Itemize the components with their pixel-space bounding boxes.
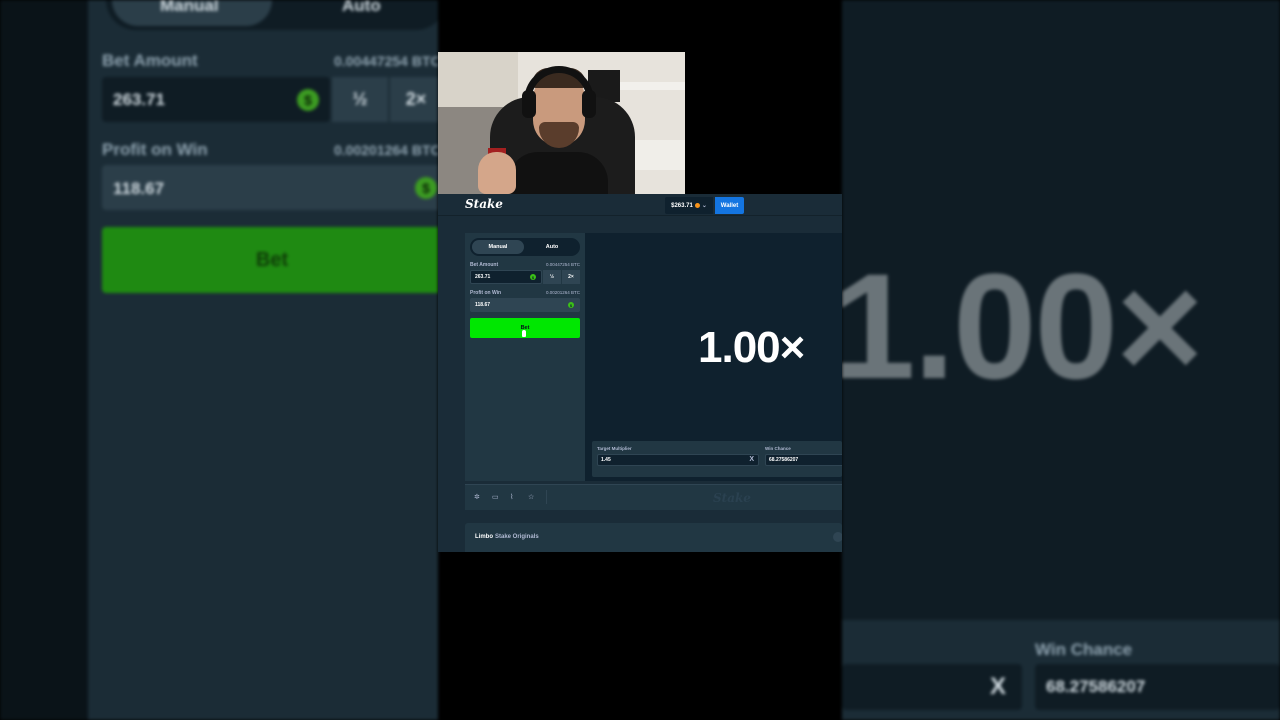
- balance-selector[interactable]: $263.71 ⌄: [665, 197, 713, 214]
- multiplier-display: 1.00×: [698, 323, 805, 372]
- win-chance-input[interactable]: 68.27586207: [765, 454, 842, 466]
- bg-double-button: 2×: [390, 77, 438, 122]
- stake-logo[interactable]: Stake: [465, 197, 503, 211]
- bg-tab-auto: Auto: [342, 0, 381, 15]
- stake-watermark: Stake: [713, 491, 751, 505]
- webcam-person-hand: [478, 152, 516, 194]
- bet-settings-panel: Target Multiplier 1.45 X Win Chance 68.2…: [592, 441, 842, 477]
- bg-tab-manual: Manual: [160, 0, 219, 15]
- expand-icon[interactable]: [833, 532, 842, 542]
- settings-icon[interactable]: ✲: [474, 493, 480, 501]
- currency-coin-icon: $: [530, 274, 536, 280]
- profit-value: 118.67: [475, 302, 491, 308]
- bg-profit-value: 118.67: [113, 179, 165, 198]
- bg-multiplier: 1.00×: [842, 242, 1204, 410]
- half-bet-button[interactable]: ½: [543, 270, 561, 284]
- background-blur-left: Manual Auto Bet Amount 0.00447254 BTC 26…: [0, 0, 438, 720]
- game-provider[interactable]: Stake Originals: [495, 534, 539, 540]
- profit-btc: 0.00201264 BTC: [545, 290, 580, 295]
- background-blur-right: 1.00× X Win Chance 68.27586207: [842, 0, 1280, 720]
- bg-coin-icon-2: $: [415, 177, 437, 199]
- target-multiplier-label: Target Multiplier: [597, 446, 632, 451]
- toolbar-divider: [546, 490, 547, 504]
- bg-bet-value: 263.71: [113, 90, 165, 109]
- profit-input: 118.67: [470, 298, 580, 312]
- screen-icon[interactable]: ▭: [492, 493, 499, 501]
- currency-coin-icon-2: $: [568, 302, 574, 308]
- bg-bet-amount-btc: 0.00447254 BTC: [334, 53, 438, 69]
- win-chance-value: 68.27586207: [769, 457, 799, 463]
- hand-cursor-icon: [522, 330, 526, 337]
- btc-icon: [694, 203, 700, 208]
- profit-label: Profit on Win: [470, 290, 502, 296]
- webcam-feed: [438, 52, 685, 194]
- win-chance-label: Win Chance: [765, 446, 791, 451]
- bg-bet-amount-label: Bet Amount: [102, 51, 198, 70]
- stats-icon[interactable]: ⌇: [510, 493, 513, 501]
- bg-profit-label: Profit on Win: [102, 140, 208, 159]
- game-footer-toolbar: ✲ ▭ ⌇ ☆ Stake: [465, 484, 842, 510]
- bet-sidebar: Manual Auto Bet Amount 0.00447254 BTC 26…: [465, 233, 585, 481]
- balance-amount: $263.71: [671, 202, 693, 209]
- tab-manual[interactable]: Manual: [472, 240, 524, 254]
- bet-amount-btc: 0.00447254 BTC: [545, 262, 580, 267]
- bg-clear-icon: X: [990, 673, 1007, 700]
- bg-win-chance-value: 68.27586207: [1046, 677, 1146, 696]
- clear-icon[interactable]: X: [749, 456, 754, 463]
- game-name: Limbo: [475, 534, 493, 540]
- bet-amount-label: Bet Amount: [470, 262, 499, 268]
- game-board: 1.00× Target Multiplier 1.45 X Win Chanc…: [585, 233, 842, 481]
- wallet-button[interactable]: Wallet: [715, 197, 744, 214]
- bg-bet-button: Bet: [102, 227, 438, 293]
- headset-ear-right: [582, 90, 596, 118]
- video-frame: Manual Auto Bet Amount 0.00447254 BTC 26…: [0, 0, 1280, 720]
- limbo-game-window: Stake $263.71 ⌄ Wallet Manual Auto Bet A…: [438, 194, 842, 552]
- chevron-down-icon: ⌄: [701, 203, 707, 209]
- bet-amount-value: 263.71: [475, 274, 491, 280]
- bg-coin-icon: $: [297, 89, 319, 111]
- bg-edge: [0, 0, 88, 720]
- star-icon[interactable]: ☆: [528, 493, 534, 501]
- game-info-bar: Limbo Stake Originals: [465, 523, 842, 552]
- target-multiplier-input[interactable]: 1.45 X: [597, 454, 759, 466]
- top-navbar: Stake $263.71 ⌄ Wallet: [438, 194, 842, 216]
- bg-half-button: ½: [332, 77, 388, 122]
- webcam-shelf: [618, 82, 685, 90]
- bg-profit-btc: 0.00201264 BTC: [334, 142, 438, 158]
- headset-ear-left: [522, 90, 536, 118]
- double-bet-button[interactable]: 2×: [562, 270, 580, 284]
- target-multiplier-value: 1.45: [601, 457, 611, 463]
- webcam-person-body: [508, 152, 608, 194]
- bg-win-chance-label: Win Chance: [1035, 640, 1133, 659]
- mode-tabs: Manual Auto: [470, 238, 580, 256]
- tab-auto[interactable]: Auto: [526, 240, 578, 254]
